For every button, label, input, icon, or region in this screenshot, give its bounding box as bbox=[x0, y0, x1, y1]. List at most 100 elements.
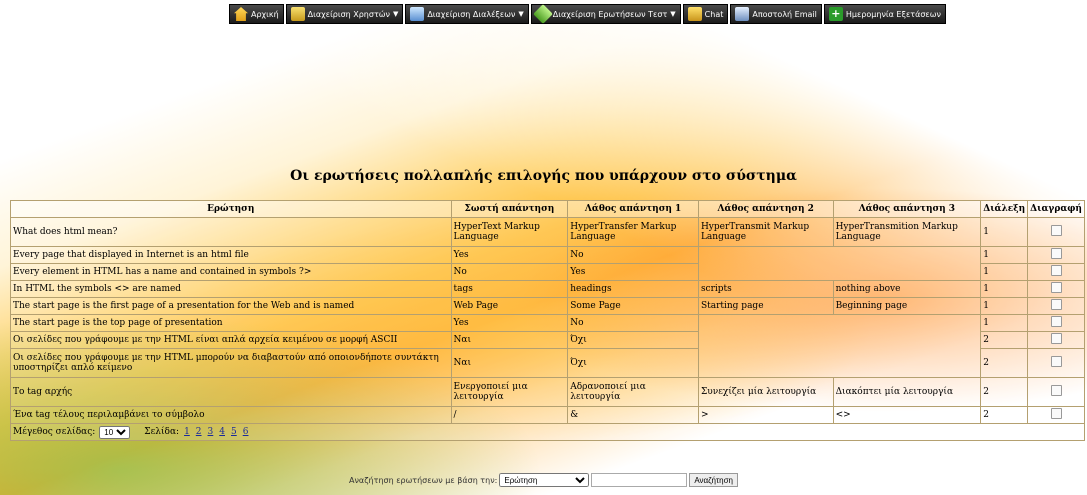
cell-lecture: 1 bbox=[980, 280, 1029, 298]
cell-question: Οι σελίδες που γράφουμε με την HTML μπορ… bbox=[10, 348, 452, 378]
cell-lecture: 1 bbox=[980, 217, 1029, 247]
delete-checkbox[interactable] bbox=[1050, 282, 1062, 293]
table-row: Ένα tag τέλους περιλαμβάνει το σύμβολο /… bbox=[10, 406, 1085, 424]
cell-wrong-answer-3: Διακόπτει μία λειτουργία bbox=[832, 377, 982, 407]
cell-delete bbox=[1027, 331, 1085, 349]
menu-lecture-management[interactable]: Διαχείριση Διαλέξεων ▼ bbox=[405, 4, 529, 24]
header-delete: Διαγραφή bbox=[1027, 200, 1085, 218]
cell-wrong-answer-1: Some Page bbox=[567, 297, 699, 315]
cell-question: Every element in HTML has a name and con… bbox=[10, 263, 452, 281]
cell-wrong-answer-3: <> bbox=[832, 406, 982, 424]
table-row: In HTML the symbols <> are named tags he… bbox=[10, 280, 1085, 298]
cell-wrong-answer-2: Starting page bbox=[697, 297, 834, 315]
delete-checkbox[interactable] bbox=[1050, 316, 1062, 327]
cell-question: What does html mean? bbox=[10, 217, 452, 247]
menu-label: Chat bbox=[704, 9, 724, 19]
page-link[interactable]: 5 bbox=[231, 427, 237, 437]
header-question[interactable]: Ερώτηση bbox=[10, 200, 452, 218]
cell-delete bbox=[1027, 297, 1085, 315]
header-wrong-answer-3[interactable]: Λάθος απάντηση 3 bbox=[832, 200, 982, 218]
cell-correct-answer: Yes bbox=[450, 246, 569, 264]
delete-checkbox[interactable] bbox=[1050, 356, 1062, 367]
page-size-select[interactable]: 10 bbox=[99, 425, 131, 439]
header-wrong-answer-1[interactable]: Λάθος απάντηση 1 bbox=[567, 200, 699, 218]
delete-checkbox[interactable] bbox=[1050, 333, 1062, 344]
users-icon bbox=[290, 7, 305, 21]
cell-wrong-answer-3: nothing above bbox=[832, 280, 982, 298]
page-link[interactable]: 6 bbox=[243, 427, 249, 437]
lectures-icon bbox=[410, 7, 425, 21]
cell-delete bbox=[1027, 406, 1085, 424]
caret-down-icon: ▼ bbox=[518, 10, 524, 18]
cell-wrong-answer-2: HyperTransmit Markup Language bbox=[697, 217, 834, 247]
page-size-label: Μέγεθος σελίδας: bbox=[13, 427, 96, 437]
delete-checkbox[interactable] bbox=[1050, 408, 1062, 419]
cell-delete bbox=[1027, 314, 1085, 332]
search-button[interactable]: Αναζήτηση bbox=[689, 473, 739, 487]
menu-label: Διαχείριση Ερωτήσεων Τεστ bbox=[552, 9, 668, 19]
delete-checkbox[interactable] bbox=[1050, 385, 1062, 396]
cell-wrong-answer-1: No bbox=[567, 314, 699, 332]
cell-wrong-answer-1: headings bbox=[567, 280, 699, 298]
pager-cell: Μέγεθος σελίδας: 10 Σελίδα: 123456 bbox=[10, 423, 1085, 441]
cell-lecture: 2 bbox=[980, 377, 1029, 407]
menu-chat[interactable]: Chat bbox=[682, 4, 729, 24]
header-lecture[interactable]: Διάλεξη bbox=[980, 200, 1029, 218]
cell-lecture: 2 bbox=[980, 348, 1029, 378]
table-row: The start page is the first page of a pr… bbox=[10, 297, 1085, 315]
menu-home[interactable]: Αρχική bbox=[229, 4, 284, 24]
cell-wrong-answer-1: Yes bbox=[567, 263, 699, 281]
search-bar: Αναζήτηση ερωτήσεων με βάση την: Ερώτηση… bbox=[0, 473, 1087, 487]
table-row: The start page is the top page of presen… bbox=[10, 314, 1085, 378]
table-row: Το tag αρχής Ενεργοποιεί μια λειτουργία … bbox=[10, 377, 1085, 407]
search-field-select[interactable]: Ερώτηση bbox=[499, 473, 590, 487]
cell-correct-answer: No bbox=[450, 263, 569, 281]
cell-question: The start page is the first page of a pr… bbox=[10, 297, 452, 315]
page-link[interactable]: 3 bbox=[208, 427, 214, 437]
cell-wrong-answer-2: > bbox=[697, 406, 834, 424]
menu-send-email[interactable]: Αποστολή Email bbox=[730, 4, 822, 24]
delete-checkbox[interactable] bbox=[1050, 299, 1062, 310]
search-label: Αναζήτηση ερωτήσεων με βάση την: bbox=[348, 475, 498, 485]
cell-delete bbox=[1027, 377, 1085, 407]
menu-exam-date[interactable]: + Ημερομηνία Εξετάσεων bbox=[823, 4, 946, 24]
cell-wrong-answer-1: No bbox=[567, 246, 699, 264]
header-wrong-answer-2[interactable]: Λάθος απάντηση 2 bbox=[697, 200, 834, 218]
cell-lecture: 1 bbox=[980, 263, 1029, 281]
email-icon bbox=[735, 7, 750, 21]
table-row: Every page that displayed in Internet is… bbox=[10, 246, 1085, 281]
cell-wrong-answer-2: Συνεχίζει μία λειτουργία bbox=[697, 377, 834, 407]
cell-correct-answer: Yes bbox=[450, 314, 569, 332]
menu-label: Αποστολή Email bbox=[752, 9, 817, 19]
delete-checkbox[interactable] bbox=[1050, 265, 1062, 276]
caret-down-icon: ▼ bbox=[670, 10, 676, 18]
cell-wrong-answer-1: HyperTransfer Markup Language bbox=[567, 217, 699, 247]
cell-correct-answer: Web Page bbox=[450, 297, 569, 315]
cell-lecture: 1 bbox=[980, 297, 1029, 315]
cell-correct-answer: tags bbox=[450, 280, 569, 298]
cell-correct-answer: HyperText Markup Language bbox=[450, 217, 569, 247]
cell-correct-answer: Ναι bbox=[450, 348, 569, 378]
search-input[interactable] bbox=[591, 473, 688, 487]
caret-down-icon: ▼ bbox=[392, 10, 399, 18]
pager: Μέγεθος σελίδας: 10 Σελίδα: 123456 bbox=[13, 425, 249, 439]
cell-lecture: 2 bbox=[980, 331, 1029, 349]
menu-label: Διαχείριση Διαλέξεων bbox=[427, 9, 516, 19]
menu-quiz-management[interactable]: Διαχείριση Ερωτήσεων Τεστ ▼ bbox=[530, 4, 681, 24]
cell-wrong-answer-3: HyperTransmition Markup Language bbox=[832, 217, 982, 247]
delete-checkbox[interactable] bbox=[1050, 225, 1062, 236]
header-correct-answer[interactable]: Σωστή απάντηση bbox=[450, 200, 569, 218]
cell-delete bbox=[1027, 246, 1085, 264]
menu-user-management[interactable]: Διαχείριση Χρηστών ▼ bbox=[285, 4, 404, 24]
delete-checkbox[interactable] bbox=[1050, 248, 1062, 259]
page-title: Οι ερωτήσεις πολλαπλής επιλογής που υπάρ… bbox=[290, 168, 797, 184]
cell-question: In HTML the symbols <> are named bbox=[10, 280, 452, 298]
cell-empty bbox=[697, 246, 982, 281]
cell-question: Το tag αρχής bbox=[10, 377, 452, 407]
cell-delete bbox=[1027, 280, 1085, 298]
page-link[interactable]: 1 bbox=[184, 427, 190, 437]
cell-lecture: 1 bbox=[980, 246, 1029, 264]
cell-wrong-answer-1: Αδρανοποιεί μια λειτουργία bbox=[567, 377, 699, 407]
page-link[interactable]: 4 bbox=[219, 427, 225, 437]
page-link[interactable]: 2 bbox=[196, 427, 202, 437]
